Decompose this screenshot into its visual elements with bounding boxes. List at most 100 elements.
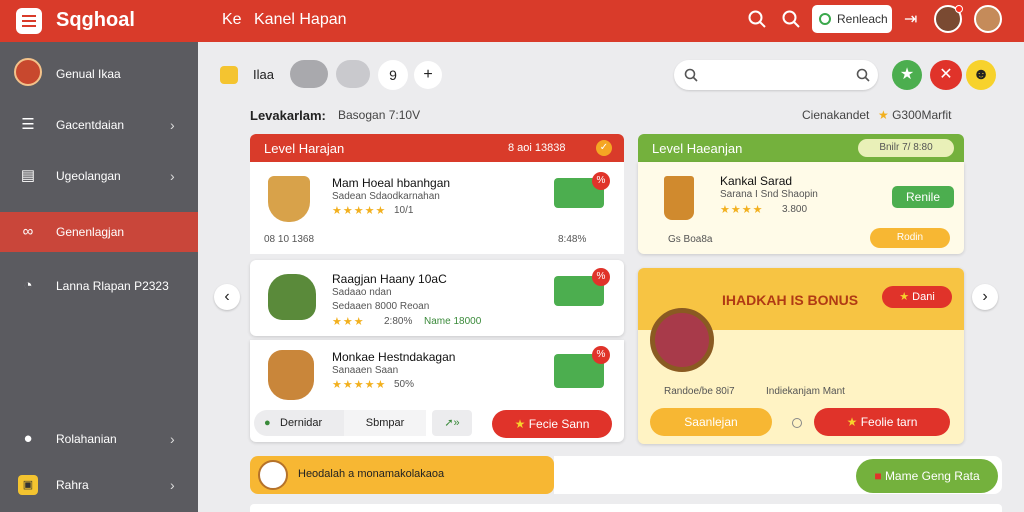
item-title: Kankal Sarad xyxy=(720,174,793,188)
bonus-secondary-button[interactable]: Saanlejan xyxy=(650,408,772,436)
alert-icon: % xyxy=(592,268,610,286)
sidebar-item-lanna-rlapan[interactable]: ◔ Lanna Rlapan P2323 xyxy=(0,266,198,306)
sidebar-item-label: Gacentdaian xyxy=(56,118,125,132)
check-icon: ✓ xyxy=(596,140,612,156)
list-item[interactable]: Kankal Sarad Sarana I Snd Shaopin ★★★★ 3… xyxy=(638,162,964,254)
menu-icon[interactable] xyxy=(16,8,42,34)
bonus-follow-label: Feolie tarn xyxy=(860,415,918,429)
search-button[interactable]: Renleach xyxy=(812,5,892,33)
sidebar-item-rahra[interactable]: ▣ Rahra › xyxy=(0,465,198,505)
bonus-button-label: Dani xyxy=(912,291,935,303)
search-icon xyxy=(684,68,698,82)
search-submit-icon[interactable] xyxy=(856,68,870,82)
timer-icon: ◔ xyxy=(23,277,33,294)
item-rating-text: 10/1 xyxy=(394,205,414,216)
sidebar-item-genenlagjan[interactable]: ∞ Genenlagjan xyxy=(0,212,198,252)
search-input[interactable] xyxy=(674,60,878,90)
list-item[interactable]: Raagjan Haany 10aC Sadaao ndan Sedaaen 8… xyxy=(250,260,624,336)
sidebar-item-gacentdaian[interactable]: ☰ Gacentdaian › xyxy=(0,105,198,145)
bottom-action-label: Mame Geng Rata xyxy=(884,469,980,483)
gift-icon: ■ xyxy=(874,469,885,483)
sidebar-item-label: Ugeolangan xyxy=(56,169,121,183)
zoom-button[interactable]: 9 xyxy=(378,60,408,90)
bonus-card[interactable]: IHADKAH IS BONUS ★ Dani Randoe/be 80i7 I… xyxy=(638,268,964,444)
profile-avatar[interactable] xyxy=(14,58,42,86)
list-item[interactable]: Mam Hoeal hbanhgan Sadean Sdaodkarnahan … xyxy=(250,162,624,254)
item-meta: Sedaaen 8000 Reoan xyxy=(332,301,430,312)
share-button[interactable]: ➚» xyxy=(432,410,472,436)
follow-button[interactable]: ★ Fecie Sann xyxy=(492,410,612,438)
bonus-follow-button[interactable]: ★ Feolie tarn xyxy=(814,408,950,436)
filter-tab[interactable]: ● Dernidar xyxy=(254,410,344,436)
rating-stars: ★★★★ xyxy=(720,204,764,216)
list-item[interactable]: Monkae Hestndakagan Sanaaen Saan ★★★★★ 5… xyxy=(250,340,624,442)
chevron-right-icon: › xyxy=(170,477,175,493)
item-rating-text: 3.800 xyxy=(782,204,808,215)
section-title: Levakarlam: xyxy=(250,108,326,123)
close-button[interactable]: ✕ xyxy=(930,60,962,90)
drink-cup-icon xyxy=(664,176,694,220)
add-button[interactable]: + xyxy=(414,61,442,89)
grid-view-button[interactable] xyxy=(290,60,328,88)
bottom-action-button[interactable]: ■ Mame Geng Rata xyxy=(856,459,998,493)
top-bar: Sqghoal Ke Kanel Hapan Renleach ⇥ xyxy=(0,0,1024,42)
radio-icon[interactable] xyxy=(792,418,802,428)
sidebar-item-label: Genenlagjan xyxy=(56,225,125,239)
right-card-count: Bnilr 7/ 8:80 xyxy=(858,139,954,157)
search-button-label: Renleach xyxy=(837,12,888,26)
filter-tab-label: Dernidar xyxy=(280,417,323,429)
alert-icon: % xyxy=(592,172,610,190)
prev-arrow-button[interactable]: ‹ xyxy=(214,284,240,310)
star-icon: ★ xyxy=(878,108,893,122)
user-icon: ● xyxy=(23,430,33,447)
salad-bowl-icon xyxy=(268,274,316,320)
footer-strip xyxy=(250,504,1002,512)
rating-stars: ★★★★★ xyxy=(332,205,387,217)
next-arrow-button[interactable]: › xyxy=(972,284,998,310)
left-card-title: Level Harajan xyxy=(264,141,345,156)
zoom-icon[interactable] xyxy=(782,10,800,28)
emoji-button[interactable]: ☻ xyxy=(966,60,996,90)
sidebar-item-label: Rahra xyxy=(56,478,89,492)
bonus-meta-right: Indiekanjam Mant xyxy=(766,386,845,397)
leaf-icon: ● xyxy=(264,417,271,429)
star-button[interactable]: ★ xyxy=(892,60,922,90)
list-view-button[interactable] xyxy=(336,60,370,88)
bottom-banner[interactable]: Heodalah a monamakolakaoa xyxy=(250,456,554,494)
chevron-right-icon: › xyxy=(170,168,175,184)
item-value: 8:48% xyxy=(558,234,587,245)
points-value: ★ G300Marfit xyxy=(878,108,951,122)
bonus-title: IHADKAH IS BONUS xyxy=(722,292,859,308)
star-badge-icon[interactable] xyxy=(220,66,238,84)
app-logo-text: Sqghoal xyxy=(56,9,135,31)
search-icon[interactable] xyxy=(748,10,766,28)
star-icon: ★ xyxy=(514,417,529,431)
bottom-banner-text: Heodalah a monamakolakaoa xyxy=(298,468,445,480)
star-icon: ★ xyxy=(899,291,913,303)
section-subtitle: Basogan 7:10V xyxy=(338,108,421,122)
link-icon: ∞ xyxy=(22,223,34,240)
sidebar-item-label: Rolahanian xyxy=(56,432,117,446)
notification-dot-icon xyxy=(955,5,963,13)
sidebar-item-ugeolangan[interactable]: ▤ Ugeolangan › xyxy=(0,156,198,196)
bonus-button[interactable]: ★ Dani xyxy=(882,286,952,308)
item-meta: 08 10 1368 xyxy=(264,234,315,245)
points-label: Cienakandet xyxy=(802,108,870,122)
points-text: G300Marfit xyxy=(892,108,952,122)
star-icon: ★ xyxy=(846,415,861,429)
bonus-meta-left: Randoe/be 80i7 xyxy=(664,386,735,397)
rating-stars: ★★★★★ xyxy=(332,379,387,391)
profile-name: Genual Ikaa xyxy=(56,67,121,81)
document-icon: ▤ xyxy=(20,167,36,184)
avatar-secondary[interactable] xyxy=(974,5,1002,33)
logout-icon[interactable]: ⇥ xyxy=(904,9,917,29)
sort-tab[interactable]: Sbmpar xyxy=(344,410,426,436)
renew-button[interactable]: Renile xyxy=(892,186,954,208)
left-card-header: Level Harajan 8 aoi 13838 ✓ xyxy=(250,134,624,162)
lock-icon: ▣ xyxy=(18,475,38,495)
sidebar-item-rolahanian[interactable]: ● Rolahanian › xyxy=(0,419,198,459)
fruit-bowl-icon xyxy=(650,308,714,372)
toolbar-label: Ilaa xyxy=(253,67,274,82)
right-card-header: Level Haeanjan Bnilr 7/ 8:80 xyxy=(638,134,964,162)
item-subtitle: Sanaaen Saan xyxy=(332,365,399,376)
